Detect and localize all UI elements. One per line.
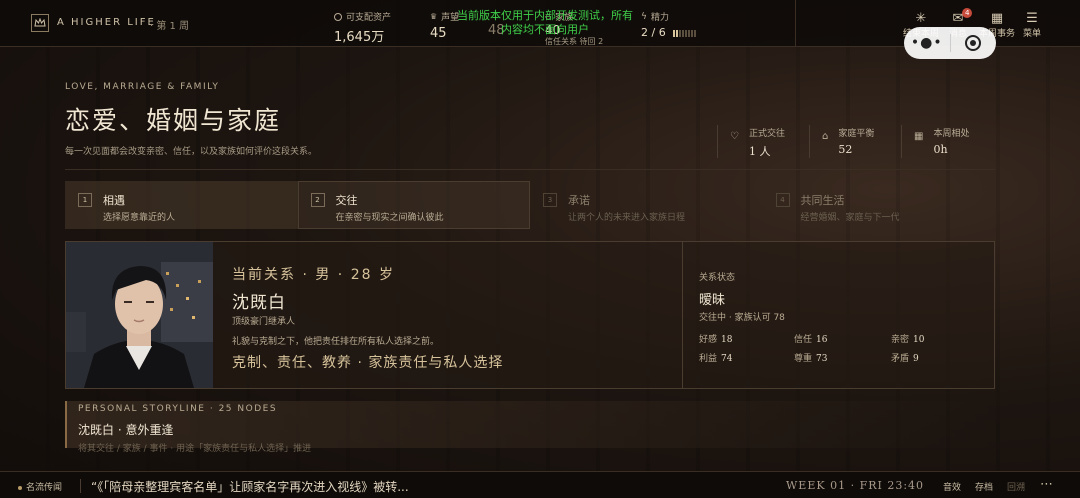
relationship-status-label: 关系状态 xyxy=(699,273,736,283)
step-number: 1 xyxy=(78,193,92,207)
stat-label: 正式交往 xyxy=(748,129,785,139)
step-commitment[interactable]: 3 承诺 让两个人的未来进入家族日程 xyxy=(530,181,763,229)
page-subtitle: 每一次见面都会改变亲密、信任，以及家族如何评价这段关系。 xyxy=(65,147,318,157)
partner-traits: 克制、责任、教养 · 家族责任与私人选择 xyxy=(232,355,504,371)
stat-label: 家庭平衡 xyxy=(838,129,875,139)
step-desc: 在亲密与现实之间确认彼此 xyxy=(335,213,444,223)
lightning-icon: ϟ xyxy=(641,11,647,22)
calendar-icon: ▦ xyxy=(914,131,924,142)
envelope-icon: ✉ xyxy=(952,11,964,26)
close-miniprogram-icon[interactable] xyxy=(950,35,996,51)
section-eyebrow: LOVE, MARRIAGE & FAMILY xyxy=(65,82,220,92)
crown-logo-icon[interactable] xyxy=(31,14,49,32)
stat-formal-dating: ♡ 正式交往 1 人 xyxy=(717,125,809,158)
rumor-text: 名流传闻 xyxy=(26,483,63,493)
header-stats: ♡ 正式交往 1 人 ⌂ 家庭平衡 52 ▦ 本周相处 0h xyxy=(717,125,993,158)
bottom-divider xyxy=(80,479,81,493)
attr-trust: 信任 16 xyxy=(794,335,828,345)
step-living-together[interactable]: 4 共同生活 经营婚姻、家庭与下一代 xyxy=(763,181,996,229)
step-number: 4 xyxy=(775,193,790,207)
brand-name: A HIGHER LIFE xyxy=(57,17,156,28)
stat-value: 1 人 xyxy=(748,145,771,158)
step-name: 承诺 xyxy=(568,194,590,207)
partner-meta: 当前关系 · 男 · 28 岁 xyxy=(232,267,395,283)
coin-icon xyxy=(334,12,342,21)
step-name: 交往 xyxy=(335,194,358,207)
calendar-icon: ▦ xyxy=(990,11,1004,26)
attr-interest: 利益 74 xyxy=(699,354,733,364)
sound-button[interactable]: 音效 xyxy=(943,480,961,493)
step-name: 共同生活 xyxy=(800,194,845,207)
hamburger-icon: ☰ xyxy=(1026,11,1038,26)
week-indicator: · 第 1 周 xyxy=(150,21,190,32)
step-number: 2 xyxy=(310,193,325,207)
stat-value: 0h xyxy=(933,143,948,156)
rumor-dot-icon xyxy=(18,485,22,490)
building-icon: ⌂ xyxy=(822,131,829,142)
step-desc: 让两个人的未来进入家族日程 xyxy=(568,213,686,223)
menu-label: 菜单 xyxy=(1022,29,1041,39)
energy-meter xyxy=(673,29,697,37)
money-value: 1,645万 xyxy=(334,30,385,45)
bottom-bar: 名流传闻 “《「陪母亲整理宾客名单」让顾家名字再次进入视线》被转... WEEK… xyxy=(0,471,1080,498)
topbar-divider xyxy=(795,0,796,47)
game-clock: WEEK 01 · FRI 23:40 xyxy=(786,479,925,492)
news-ticker[interactable]: “《「陪母亲整理宾客名单」让顾家名字再次进入视线》被转... xyxy=(91,478,409,495)
relationship-status-sub: 交往中 · 家族认可 78 xyxy=(699,313,785,323)
more-button[interactable]: ⋯ xyxy=(1040,477,1053,492)
step-meet[interactable]: 1 相遇 选择愿意靠近的人 xyxy=(65,181,298,229)
stat-value: 52 xyxy=(838,143,853,156)
page-title: 恋爱、婚姻与家庭 xyxy=(65,106,282,135)
attr-intimacy: 亲密 10 xyxy=(891,335,925,345)
step-dating[interactable]: 2 交往 在亲密与现实之间确认彼此 xyxy=(297,181,530,229)
save-button[interactable]: 存档 xyxy=(975,480,993,493)
step-number: 3 xyxy=(543,193,557,207)
relationship-status-value: 暧昧 xyxy=(699,293,726,308)
header-divider xyxy=(65,169,995,170)
storyline-title: 沈既白 · 意外重逢 xyxy=(78,423,174,437)
dev-notice-overlay: 当前版本仅用于内部开发测试，所有内容均不面向用户 xyxy=(457,9,633,36)
personal-storyline[interactable]: PERSONAL STORYLINE · 25 NODES 沈既白 · 意外重逢… xyxy=(65,401,995,454)
miniprogram-capsule: •●• xyxy=(904,27,996,59)
attr-conflict: 矛盾 9 xyxy=(891,354,919,364)
attr-respect: 尊重 73 xyxy=(794,354,828,364)
rumor-label: 名流传闻 xyxy=(18,480,62,493)
step-desc: 经营婚姻、家庭与下一代 xyxy=(800,213,900,223)
money-stat: 可支配资产 1,645万 xyxy=(334,10,391,45)
menu-button[interactable]: ☰ 菜单 xyxy=(1012,11,1052,39)
relationship-steps: 1 相遇 选择愿意靠近的人 2 交往 在亲密与现实之间确认彼此 3 承诺 让两个… xyxy=(65,181,995,229)
partner-role: 顶级豪门继承人 xyxy=(232,317,296,327)
energy-stat: ϟ 精力 2 / 6 xyxy=(641,10,697,39)
money-label: 可支配资产 xyxy=(346,13,392,23)
attr-affection: 好感 18 xyxy=(699,335,733,345)
stat-weekly-time: ▦ 本周相处 0h xyxy=(901,125,993,158)
more-options-icon[interactable]: •●• xyxy=(904,35,950,51)
card-divider xyxy=(682,242,683,388)
heart-icon: ♡ xyxy=(730,131,739,142)
energy-label: 精力 xyxy=(650,13,669,23)
partner-card[interactable]: 当前关系 · 男 · 28 岁 沈既白 顶级豪门继承人 礼貌与克制之下，他把责任… xyxy=(65,241,995,389)
partner-portrait xyxy=(66,242,213,388)
partner-name: 沈既白 xyxy=(232,293,286,313)
storyline-sub: 将其交往 / 家族 / 事件 · 用途「家族责任与私人选择」推进 xyxy=(78,444,312,454)
step-name: 相遇 xyxy=(103,194,125,207)
family-sub: 信任关系 待回 2 xyxy=(545,37,604,46)
stat-family-balance: ⌂ 家庭平衡 52 xyxy=(809,125,901,158)
crown-icon: ♛ xyxy=(430,12,438,21)
step-desc: 选择愿意靠近的人 xyxy=(103,213,176,223)
sun-icon: ✳ xyxy=(915,11,927,26)
relationship-attributes: 好感 18 信任 16 亲密 10 利益 74 尊重 73 矛盾 9 xyxy=(699,332,959,364)
storyline-label: PERSONAL STORYLINE · 25 NODES xyxy=(78,404,278,414)
energy-value: 2 / 6 xyxy=(641,26,666,39)
stat-label: 本周相处 xyxy=(933,129,970,139)
rewind-button[interactable]: 回溯 xyxy=(1007,480,1025,493)
partner-description: 礼貌与克制之下，他把责任排在所有私人选择之前。 xyxy=(232,337,440,347)
